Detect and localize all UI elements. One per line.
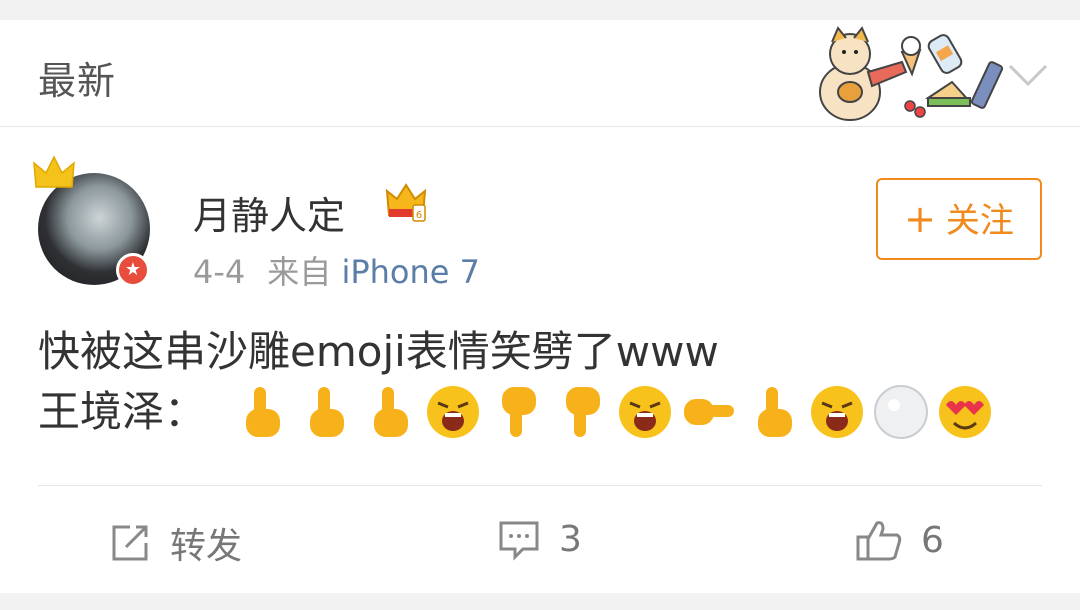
point-up-emoji-icon (374, 387, 409, 437)
comment-icon (499, 521, 539, 561)
decorative-sticker-icon (819, 26, 1004, 121)
post-date: 4-4 (193, 253, 246, 291)
post-meta: 4-4 来自 iPhone 7 (193, 247, 480, 293)
avatar-container[interactable]: ★ (30, 153, 160, 293)
point-right-emoji-icon (684, 399, 735, 425)
verified-badge-icon: ★ (116, 253, 150, 287)
like-count: 6 (921, 519, 944, 561)
repost-label: 转发 (170, 526, 243, 567)
rice-bowl-emoji-icon (874, 385, 929, 439)
post-text-line2: 王境泽： (38, 381, 1000, 443)
thumbs-up-icon (856, 521, 902, 561)
crown-icon (33, 155, 75, 188)
post-text-line1: 快被这串沙雕emoji表情笑劈了www (38, 327, 719, 376)
chevron-down-icon[interactable] (1006, 60, 1050, 90)
top-spacer (0, 0, 1080, 20)
emoji-row (232, 383, 1000, 441)
divider (38, 485, 1042, 486)
feed-sort-title[interactable]: 最新 (38, 50, 116, 105)
heart-eyes-emoji-icon (939, 386, 992, 438)
follow-button[interactable]: + 关注 (876, 178, 1042, 260)
like-button[interactable]: 6 (855, 517, 944, 563)
feed-header: 最新 (0, 20, 1080, 127)
bottom-spacer (0, 593, 1080, 610)
comment-button[interactable]: 3 (497, 517, 582, 561)
post-text-prefix: 王境泽： (38, 387, 207, 436)
point-up-emoji-icon (310, 387, 345, 437)
angry-shout-emoji-icon (427, 386, 480, 438)
username[interactable]: 月静人定 (193, 185, 345, 240)
point-down-emoji-icon (502, 387, 537, 437)
angry-shout-emoji-icon (811, 386, 864, 438)
post-source-link[interactable]: iPhone 7 (341, 253, 480, 291)
plus-icon: + (904, 197, 936, 241)
point-up-emoji-icon (758, 387, 793, 437)
svg-text:6: 6 (416, 210, 422, 221)
angry-shout-emoji-icon (619, 386, 672, 438)
comment-count: 3 (559, 518, 582, 560)
vip-crown-icon[interactable]: 6 (383, 179, 429, 225)
post-content[interactable]: 快被这串沙雕emoji表情笑劈了www 王境泽： (38, 323, 1000, 443)
point-up-emoji-icon (246, 387, 281, 437)
repost-button[interactable]: 转发 (108, 517, 242, 569)
source-prefix: 来自 (267, 253, 332, 291)
follow-label: 关注 (945, 201, 1014, 241)
repost-icon (112, 525, 148, 561)
point-down-emoji-icon (566, 387, 601, 437)
post-card: ★ 月静人定 6 4-4 来自 iPhone 7 + 关注 快被这串沙雕emoji表… (0, 127, 1080, 593)
action-bar: 转发 3 6 (0, 507, 1080, 577)
